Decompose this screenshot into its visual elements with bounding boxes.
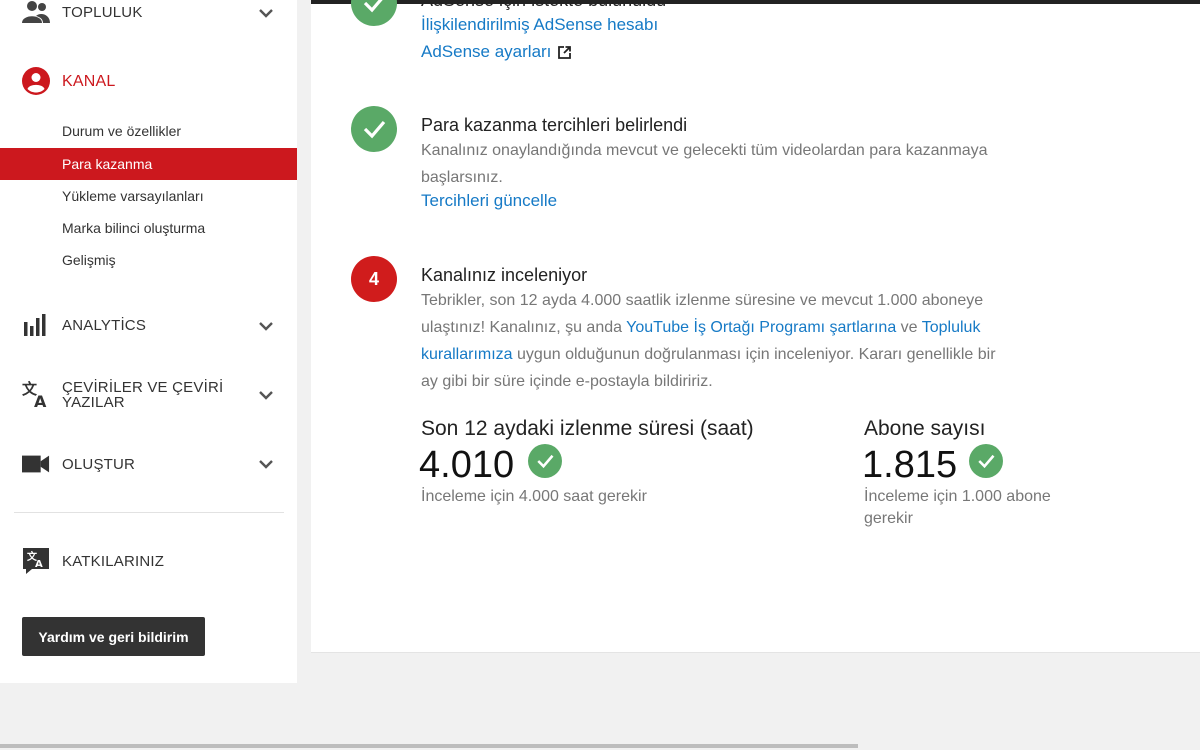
chevron-down-icon[interactable] xyxy=(258,5,274,21)
adsense-step-title: AdSense için istekte bulunuldu xyxy=(421,0,667,10)
sidebar-item-advanced[interactable]: Gelişmiş xyxy=(0,244,297,276)
sidebar-item-branding[interactable]: Marka bilinci oluşturma xyxy=(0,212,297,244)
review-step-title: Kanalınız inceleniyor xyxy=(421,265,588,285)
video-camera-icon xyxy=(22,450,50,478)
translate-bubble-icon: 文A xyxy=(22,547,50,575)
community-guidelines-link[interactable]: Topluluk xyxy=(922,319,981,336)
monetization-panel: AdSense için istekte bulunuldu İlişkilen… xyxy=(311,0,1200,653)
check-icon xyxy=(351,0,397,26)
adsense-settings[interactable]: AdSense ayarları xyxy=(421,42,572,62)
translations-line1: ÇEVİRİLER VE ÇEVİRİ xyxy=(62,379,224,396)
review-line2-and: ve xyxy=(896,319,922,336)
sidebar-section-analytics[interactable]: ANALYTİCS xyxy=(0,310,297,340)
review-line2-text: ulaştınız! Kanalınız, şu anda xyxy=(421,319,627,336)
chevron-down-icon[interactable] xyxy=(258,387,274,403)
preferences-desc-line2: başlarsınız. xyxy=(421,169,503,186)
watch-time-title: Son 12 aydaki izlenme süresi (saat) xyxy=(421,417,754,440)
review-description: Tebrikler, son 12 ayda 4.000 saatlik izl… xyxy=(421,287,1081,395)
people-icon xyxy=(22,0,50,26)
review-line3-text: uygun olduğunun doğrulanması için incele… xyxy=(512,346,996,363)
subscriber-requirement-line2: gerekir xyxy=(864,510,913,527)
sidebar-label-contributions: KATKILARINIZ xyxy=(62,553,165,570)
sidebar-label-create: OLUŞTUR xyxy=(62,456,136,473)
svg-text:A: A xyxy=(34,392,47,408)
subscriber-count-title: Abone sayısı xyxy=(864,417,986,440)
sidebar-section-create[interactable]: OLUŞTUR xyxy=(0,449,297,479)
svg-text:A: A xyxy=(35,559,43,570)
chevron-down-icon[interactable] xyxy=(258,318,274,334)
review-line4: ay gibi bir süre içinde e-postayla bildi… xyxy=(421,373,713,390)
chevron-down-icon[interactable] xyxy=(258,456,274,472)
watch-time-value: 4.010 xyxy=(419,444,515,486)
subscriber-count-value: 1.815 xyxy=(862,444,958,486)
watch-time-requirement: İnceleme için 4.000 saat gerekir xyxy=(421,486,647,508)
sidebar-item-upload-defaults[interactable]: Yükleme varsayılanları xyxy=(0,180,297,212)
watch-time-requirement-line1: İnceleme için 4.000 saat gerekir xyxy=(421,488,647,505)
external-link-icon xyxy=(558,45,572,59)
check-icon xyxy=(969,444,1003,478)
translations-line2: YAZILAR xyxy=(62,394,125,411)
community-guidelines-link-cont[interactable]: kurallarımıza xyxy=(421,346,513,363)
sidebar-label-translations: ÇEVİRİLER VE ÇEVİRİ YAZILAR xyxy=(62,380,223,410)
sidebar-section-community[interactable]: TOPLULUK xyxy=(0,0,297,28)
account-circle-icon xyxy=(22,67,50,95)
sidebar-item-monetization[interactable]: Para kazanma xyxy=(0,148,297,180)
bar-chart-icon xyxy=(22,311,50,339)
subscriber-requirement: İnceleme için 1.000 abone gerekir xyxy=(864,486,1051,530)
check-icon xyxy=(351,106,397,152)
translate-icon: 文A xyxy=(22,380,50,408)
sidebar-label-channel: KANAL xyxy=(62,73,116,90)
check-icon xyxy=(528,444,562,478)
review-line2: ulaştınız! Kanalınız, şu anda YouTube İş… xyxy=(421,314,1081,341)
help-feedback-button[interactable]: Yardım ve geri bildirim xyxy=(22,617,205,656)
linked-adsense-account-link[interactable]: İlişkilendirilmiş AdSense hesabı xyxy=(421,15,658,35)
preferences-description: Kanalınız onaylandığında mevcut ve gelec… xyxy=(421,137,988,191)
partner-program-terms-link[interactable]: YouTube İş Ortağı Programı şartlarına xyxy=(626,319,896,336)
adsense-settings-link[interactable]: AdSense ayarları xyxy=(421,42,551,62)
sidebar: TOPLULUK KANAL Durum ve özellikler Para … xyxy=(0,0,297,683)
sidebar-section-contributions[interactable]: 文A KATKILARINIZ xyxy=(0,546,297,576)
subscriber-requirement-line1: İnceleme için 1.000 abone xyxy=(864,488,1051,505)
update-preferences-link[interactable]: Tercihleri güncelle xyxy=(421,191,557,211)
review-line1: Tebrikler, son 12 ayda 4.000 saatlik izl… xyxy=(421,292,984,309)
review-line3: kurallarımıza uygun olduğunun doğrulanma… xyxy=(421,341,1081,368)
preferences-desc-line1: Kanalınız onaylandığında mevcut ve gelec… xyxy=(421,142,988,159)
preferences-step-title: Para kazanma tercihleri belirlendi xyxy=(421,115,688,135)
sidebar-section-channel[interactable]: KANAL xyxy=(0,66,297,96)
horizontal-scrollbar[interactable] xyxy=(0,744,858,748)
step-number-badge: 4 xyxy=(351,256,397,302)
sidebar-section-translations[interactable]: 文A ÇEVİRİLER VE ÇEVİRİ YAZILAR xyxy=(0,378,297,412)
sidebar-label-analytics: ANALYTİCS xyxy=(62,317,147,334)
sidebar-item-status[interactable]: Durum ve özellikler xyxy=(0,115,297,147)
sidebar-divider xyxy=(14,512,284,513)
sidebar-label-community: TOPLULUK xyxy=(62,4,143,21)
